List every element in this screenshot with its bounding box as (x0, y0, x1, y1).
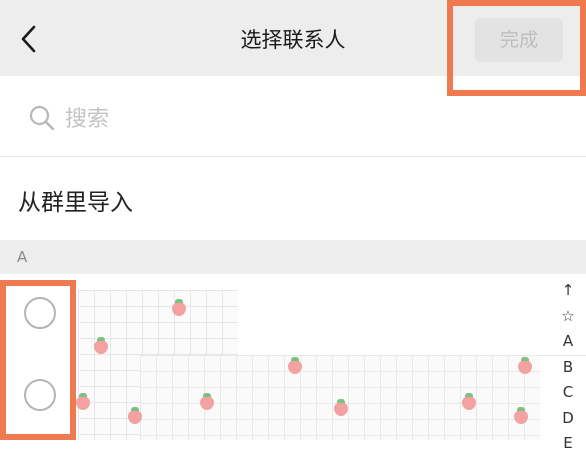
section-header (0, 240, 586, 274)
import-from-group-label: 从群里导入 (18, 190, 133, 216)
index-item-d[interactable]: D (556, 406, 580, 432)
highlight-box-radios (0, 280, 76, 440)
index-item-e[interactable]: E (556, 431, 580, 457)
contact-names (140, 355, 540, 440)
index-item-c[interactable]: C (556, 380, 580, 406)
section-letter: A (17, 248, 28, 266)
alphabet-index[interactable]: ↑ ☆ A B C D E (556, 278, 580, 457)
search-icon (29, 105, 55, 131)
highlight-box-done (447, 0, 586, 96)
index-item-a[interactable]: A (556, 329, 580, 355)
index-item-top[interactable]: ↑ (556, 278, 580, 304)
search-input[interactable]: 搜索 (65, 101, 109, 133)
index-item-star[interactable]: ☆ (556, 304, 580, 330)
index-item-b[interactable]: B (556, 355, 580, 381)
